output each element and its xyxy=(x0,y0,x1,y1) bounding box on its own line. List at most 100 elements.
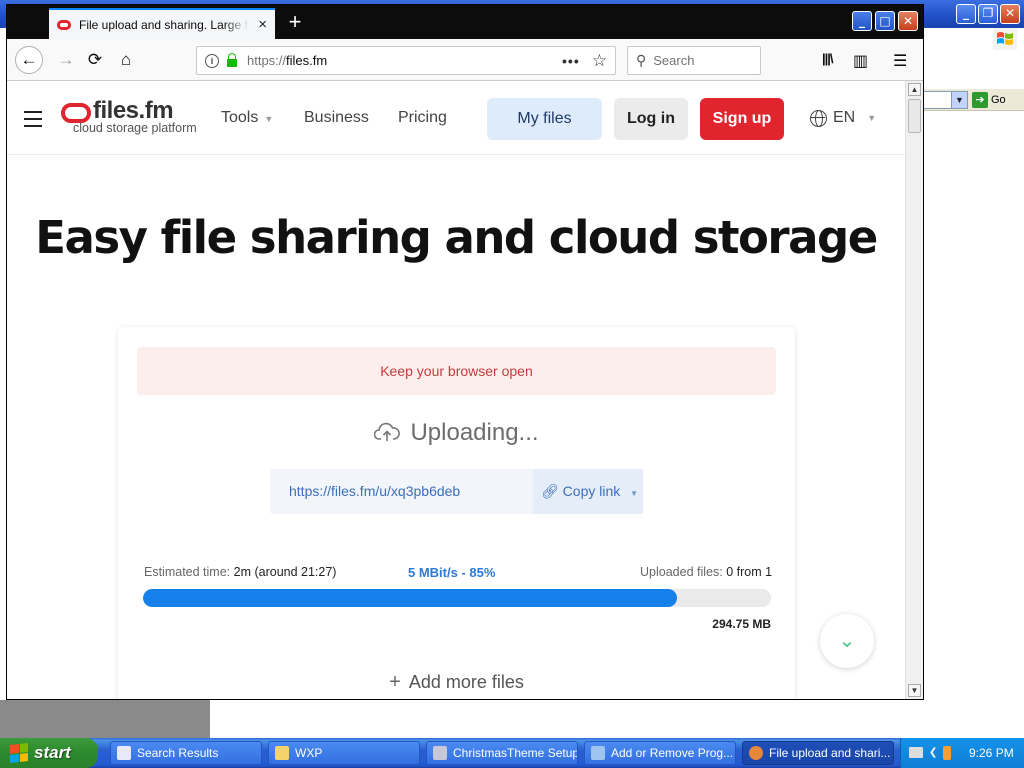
background-address-combo[interactable]: ▼ xyxy=(922,91,968,109)
volume-icon[interactable] xyxy=(943,746,951,760)
background-address-bar: ▼ ➔ Go xyxy=(922,89,1024,111)
firefox-icon xyxy=(749,746,763,760)
taskbar-item-wxp[interactable]: WXP xyxy=(268,741,420,765)
start-button[interactable]: start xyxy=(0,738,98,768)
search-results-icon xyxy=(117,746,131,760)
url-bar[interactable]: i https://files.fm ••• ☆ xyxy=(196,46,616,75)
upload-progress-bar xyxy=(143,589,771,607)
share-link[interactable]: https://files.fm/u/xq3pb6deb xyxy=(289,483,460,499)
plus-icon: + xyxy=(389,671,401,693)
background-minimize-button[interactable]: _ xyxy=(956,4,976,24)
go-label: Go xyxy=(991,94,1006,106)
sign-up-button[interactable]: Sign up xyxy=(700,98,784,140)
tray-arrow-icon[interactable]: ❮ xyxy=(929,747,937,758)
home-button[interactable]: ⌂ xyxy=(112,46,140,74)
url-scheme: https:// xyxy=(247,53,287,68)
scrollbar-thumb[interactable] xyxy=(908,99,921,133)
estimated-time: Estimated time: 2m (around 21:27) xyxy=(144,565,336,579)
estimated-time-label: Estimated time: xyxy=(144,565,231,579)
new-tab-button[interactable]: + xyxy=(283,11,307,35)
background-restore-button[interactable]: ❐ xyxy=(978,4,998,24)
add-remove-programs-icon xyxy=(591,746,605,760)
hamburger-menu-icon[interactable] xyxy=(24,111,42,127)
site-header: files.fm cloud storage platform Tools ▼ B… xyxy=(7,81,905,155)
back-button[interactable]: ← xyxy=(15,46,43,74)
taskbar-item-label: File upload and shari... xyxy=(769,746,891,760)
keyboard-icon[interactable] xyxy=(909,747,923,758)
page-scrollbar[interactable]: ▲ ▼ xyxy=(905,81,923,699)
nav-pricing[interactable]: Pricing xyxy=(398,109,447,127)
bookmark-star-icon[interactable]: ☆ xyxy=(592,51,607,71)
hero-title: Easy file sharing and cloud storage xyxy=(35,211,878,264)
taskbar-item-label: Add or Remove Prog... xyxy=(611,746,734,760)
upload-status: Uploading... xyxy=(118,419,795,447)
upload-card: Keep your browser open Uploading... http… xyxy=(118,327,795,699)
browser-tab[interactable]: File upload and sharing. Large file stor… xyxy=(49,8,275,39)
scroll-down-arrow-icon[interactable]: ▼ xyxy=(908,684,921,697)
uploaded-files-label: Uploaded files: xyxy=(640,565,723,579)
logo-mark-icon xyxy=(61,103,91,123)
cloud-upload-icon xyxy=(374,422,401,441)
logo-name-part1: files xyxy=(93,97,139,124)
taskbar-item-search-results[interactable]: Search Results xyxy=(110,741,262,765)
upload-speed: 5 MBit/s - 85% xyxy=(408,565,496,580)
uploaded-files: Uploaded files: 0 from 1 xyxy=(640,565,772,579)
background-go-button[interactable]: ➔ Go xyxy=(972,91,1006,109)
folder-icon xyxy=(275,746,289,760)
uploaded-files-value: 0 from 1 xyxy=(726,565,773,579)
chevron-down-icon[interactable]: ▼ xyxy=(951,92,967,108)
clock[interactable]: 9:26 PM xyxy=(969,746,1014,760)
search-icon: ⚲ xyxy=(636,52,647,68)
log-in-button[interactable]: Log in xyxy=(614,98,688,140)
taskbar-item-label: WXP xyxy=(295,746,323,760)
add-more-files-label: Add more files xyxy=(408,672,524,692)
copy-link-button[interactable]: 🔗︎ Copy link ▼ xyxy=(533,469,643,514)
keep-browser-open-alert: Keep your browser open xyxy=(137,347,776,395)
firefox-window: File upload and sharing. Large file stor… xyxy=(6,4,924,700)
nav-business[interactable]: Business xyxy=(304,109,369,127)
library-icon[interactable]: |||\ xyxy=(822,51,833,66)
scroll-down-button[interactable]: ⌄ xyxy=(820,614,874,668)
page-actions-icon[interactable]: ••• xyxy=(562,53,580,69)
language-selector[interactable]: EN ▼ xyxy=(810,109,876,127)
upload-progress-fill xyxy=(143,589,677,607)
tab-close-icon[interactable]: × xyxy=(258,17,267,32)
globe-icon xyxy=(810,109,827,127)
add-more-files-button[interactable]: + Add more files xyxy=(118,671,795,694)
page-content: files.fm cloud storage platform Tools ▼ B… xyxy=(7,81,905,699)
reload-button[interactable]: ⟳ xyxy=(81,46,109,74)
nav-tools[interactable]: Tools ▼ xyxy=(221,109,273,127)
search-placeholder: Search xyxy=(653,53,695,68)
maximize-button[interactable]: □ xyxy=(875,11,895,31)
total-size: 294.75 MB xyxy=(712,617,771,631)
menu-icon[interactable]: ☰ xyxy=(893,51,907,71)
files-fm-favicon-icon xyxy=(57,19,71,30)
scroll-up-arrow-icon[interactable]: ▲ xyxy=(908,83,921,96)
search-input[interactable]: ⚲ Search xyxy=(627,46,761,75)
taskbar-item-label: Search Results xyxy=(137,746,219,760)
close-window-button[interactable]: ✕ xyxy=(898,11,918,31)
tab-title: File upload and sharing. Large file stor… xyxy=(79,17,249,32)
start-label: start xyxy=(34,743,71,762)
url-host: files.fm xyxy=(286,53,328,68)
site-info-icon[interactable]: i xyxy=(205,53,219,68)
logo-tagline: cloud storage platform xyxy=(73,121,197,135)
forward-button[interactable]: → xyxy=(52,46,80,74)
taskbar-item-christmastheme-setup[interactable]: ChristmasTheme Setup xyxy=(426,741,578,765)
share-link-box: https://files.fm/u/xq3pb6deb 🔗︎ Copy lin… xyxy=(270,469,643,514)
upload-status-text: Uploading... xyxy=(410,419,539,446)
lock-icon xyxy=(227,52,237,67)
system-tray: ❮ 9:26 PM xyxy=(900,738,1024,768)
background-close-button[interactable]: ✕ xyxy=(1000,4,1020,24)
taskbar-item-label: ChristmasTheme Setup xyxy=(453,746,578,760)
taskbar-item-firefox[interactable]: File upload and shari... xyxy=(742,741,894,765)
sidebar-icon[interactable]: ▥ xyxy=(853,51,868,71)
background-window-content xyxy=(922,111,1024,738)
navigation-toolbar: ← → ⟳ ⌂ i https://files.fm ••• ☆ ⚲ Searc… xyxy=(7,39,923,81)
tab-strip: File upload and sharing. Large file stor… xyxy=(7,5,923,39)
taskbar-item-add-remove-programs[interactable]: Add or Remove Prog... xyxy=(584,741,736,765)
minimize-button[interactable]: _ xyxy=(852,11,872,31)
setup-icon xyxy=(433,746,447,760)
link-icon: 🔗︎ xyxy=(541,483,559,499)
my-files-button[interactable]: My files xyxy=(487,98,602,140)
